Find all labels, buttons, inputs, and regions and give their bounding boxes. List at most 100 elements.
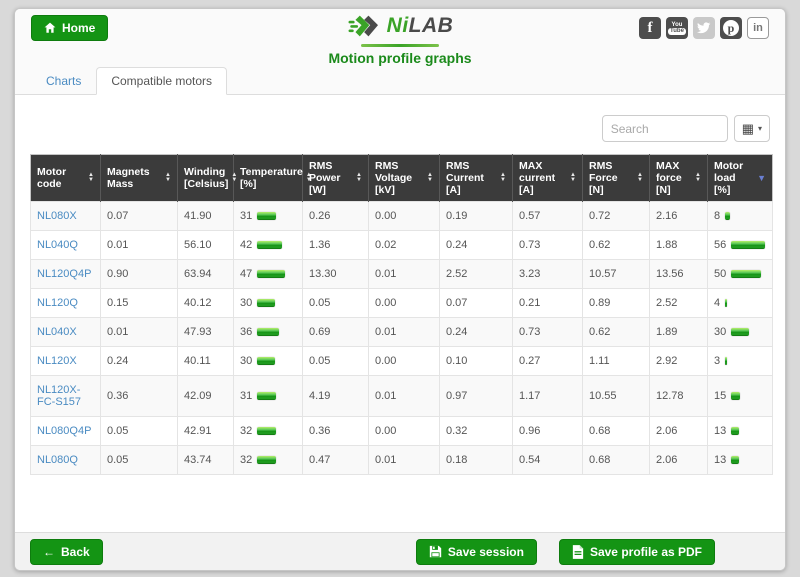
cell-rms_current: 0.07: [440, 289, 513, 318]
motor-code-link[interactable]: NL080Q: [37, 454, 78, 466]
linkedin-icon[interactable]: in: [747, 17, 769, 39]
cell-winding: 63.94: [178, 260, 234, 289]
back-button[interactable]: ← Back: [30, 539, 103, 565]
cell-temperature: 36: [234, 318, 303, 347]
cell-motor_load: 30: [708, 318, 773, 347]
value-bar: [257, 392, 276, 400]
tab-bar: Charts Compatible motors: [15, 65, 785, 95]
value-bar: [257, 328, 279, 336]
cell-winding: 42.09: [178, 376, 234, 417]
cell-rms_power: 0.69: [303, 318, 369, 347]
cell-temperature: 42: [234, 231, 303, 260]
motor-code-link[interactable]: NL120Q4P: [37, 268, 91, 280]
cell-temperature: 30: [234, 347, 303, 376]
cell-rms_power: 0.05: [303, 289, 369, 318]
column-header-motor_load[interactable]: Motor load[%]▼: [708, 155, 773, 202]
cell-rms_force: 10.57: [583, 260, 650, 289]
column-header-motor_code[interactable]: Motor code▲▼: [31, 155, 101, 202]
motor-code-link[interactable]: NL040Q: [37, 239, 78, 251]
sort-icon: ▲▼: [427, 173, 433, 183]
sort-icon: ▼: [757, 174, 766, 183]
tab-compatible-motors[interactable]: Compatible motors: [96, 67, 227, 95]
cell-motor_load: 4: [708, 289, 773, 318]
cell-magnets_mass: 0.01: [101, 231, 178, 260]
value-bar: [257, 456, 276, 464]
cell-winding: 41.90: [178, 202, 234, 231]
column-header-magnets_mass[interactable]: Magnets Mass▲▼: [101, 155, 178, 202]
column-header-rms_current[interactable]: RMS Current[A]▲▼: [440, 155, 513, 202]
cell-motor_code: NL080X: [31, 202, 101, 231]
motors-table: Motor code▲▼Magnets Mass▲▼Winding[Celsiu…: [30, 154, 773, 475]
content-panel: ▦ ▾ Motor code▲▼Magnets Mass▲▼Winding[Ce…: [15, 95, 785, 532]
value-bar: [731, 392, 740, 400]
cell-motor_code: NL040Q: [31, 231, 101, 260]
motor-code-link[interactable]: NL120X-FC-S157: [37, 384, 81, 408]
back-button-label: Back: [61, 545, 90, 559]
cell-rms_current: 0.32: [440, 417, 513, 446]
cell-max_current: 3.23: [513, 260, 583, 289]
header: Home NiLAB Motion profile graphs f You T…: [15, 9, 785, 65]
cell-motor_code: NL120X: [31, 347, 101, 376]
cell-max_force: 2.92: [650, 347, 708, 376]
cell-temperature: 47: [234, 260, 303, 289]
cell-rms_current: 0.10: [440, 347, 513, 376]
cell-temperature: 32: [234, 417, 303, 446]
cell-rms_voltage: 0.01: [369, 318, 440, 347]
cell-rms_current: 2.52: [440, 260, 513, 289]
sort-icon: ▲▼: [356, 173, 362, 183]
page-title: Motion profile graphs: [15, 50, 785, 66]
save-pdf-button[interactable]: Save profile as PDF: [559, 539, 715, 565]
app-card: Home NiLAB Motion profile graphs f You T…: [14, 8, 786, 571]
sort-icon: ▲▼: [695, 173, 701, 183]
social-links: f You Tube p in: [639, 17, 769, 39]
cell-rms_force: 0.68: [583, 446, 650, 475]
motor-code-link[interactable]: NL080X: [37, 210, 77, 222]
search-input[interactable]: [602, 115, 728, 142]
cell-winding: 40.11: [178, 347, 234, 376]
twitter-icon[interactable]: [693, 17, 715, 39]
save-session-button[interactable]: Save session: [416, 539, 537, 565]
cell-max_current: 0.96: [513, 417, 583, 446]
motor-code-link[interactable]: NL120Q: [37, 297, 78, 309]
cell-winding: 42.91: [178, 417, 234, 446]
pinterest-icon[interactable]: p: [720, 17, 742, 39]
column-header-max_force[interactable]: MAX force[N]▲▼: [650, 155, 708, 202]
cell-temperature: 30: [234, 289, 303, 318]
cell-rms_power: 0.26: [303, 202, 369, 231]
value-bar: [257, 357, 275, 365]
cell-max_current: 0.54: [513, 446, 583, 475]
column-header-rms_power[interactable]: RMS Power[W]▲▼: [303, 155, 369, 202]
facebook-icon[interactable]: f: [639, 17, 661, 39]
pdf-file-icon: [572, 545, 584, 559]
cell-winding: 43.74: [178, 446, 234, 475]
column-header-rms_voltage[interactable]: RMS Voltage[kV]▲▼: [369, 155, 440, 202]
value-bar: [731, 456, 739, 464]
sort-icon: ▲▼: [88, 173, 94, 183]
motor-code-link[interactable]: NL080Q4P: [37, 425, 91, 437]
cell-rms_current: 0.24: [440, 318, 513, 347]
sort-icon: ▲▼: [570, 173, 576, 183]
cell-max_force: 2.52: [650, 289, 708, 318]
tab-charts[interactable]: Charts: [31, 67, 96, 95]
sort-icon: ▲▼: [165, 173, 171, 183]
value-bar: [725, 299, 727, 307]
motor-code-link[interactable]: NL040X: [37, 326, 77, 338]
cell-magnets_mass: 0.15: [101, 289, 178, 318]
cell-magnets_mass: 0.07: [101, 202, 178, 231]
value-bar: [257, 299, 275, 307]
value-bar: [257, 427, 276, 435]
column-header-max_current[interactable]: MAX current[A]▲▼: [513, 155, 583, 202]
cell-max_current: 0.21: [513, 289, 583, 318]
youtube-icon[interactable]: You Tube: [666, 17, 688, 39]
motor-code-link[interactable]: NL120X: [37, 355, 77, 367]
cell-motor_code: NL080Q4P: [31, 417, 101, 446]
cell-rms_voltage: 0.00: [369, 289, 440, 318]
value-bar: [257, 270, 285, 278]
column-visibility-button[interactable]: ▦ ▾: [734, 115, 770, 142]
brand-name: NiLAB: [387, 14, 454, 38]
column-header-rms_force[interactable]: RMS Force[N]▲▼: [583, 155, 650, 202]
cell-motor_code: NL120Q4P: [31, 260, 101, 289]
column-header-temperature[interactable]: Temperature[%]▲▼: [234, 155, 303, 202]
column-header-winding[interactable]: Winding[Celsius]▲▼: [178, 155, 234, 202]
cell-max_current: 0.73: [513, 231, 583, 260]
